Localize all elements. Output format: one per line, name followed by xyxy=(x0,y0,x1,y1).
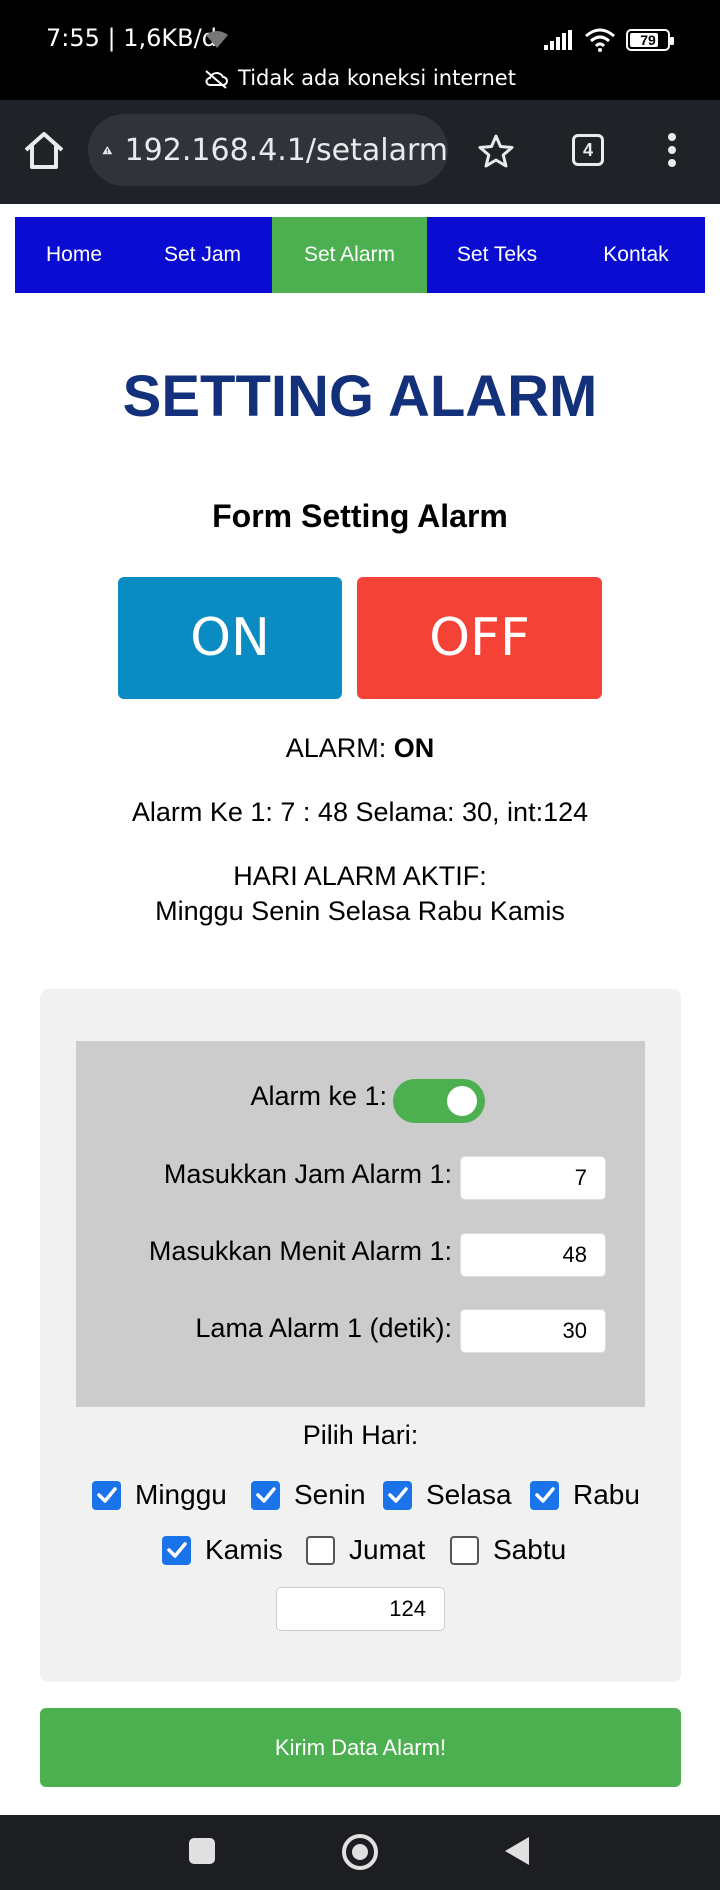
toggle-knob xyxy=(447,1086,477,1116)
checkbox-jumat[interactable] xyxy=(306,1535,335,1565)
android-nav-bar xyxy=(0,1815,720,1890)
url-bar[interactable]: 192.168.4.1/setalarm xyxy=(88,114,448,186)
int-value-input[interactable]: 124 xyxy=(276,1587,445,1631)
checkbox-minggu[interactable] xyxy=(92,1480,121,1510)
minute-label: Masukkan Menit Alarm 1: xyxy=(148,1236,452,1266)
alarm-settings-box: Alarm ke 1: Masukkan Jam Alarm 1: 7 Masu… xyxy=(76,1041,645,1407)
day-label: Jumat xyxy=(349,1534,426,1565)
battery-text: 79 xyxy=(640,32,656,48)
no-internet-text: Tidak ada koneksi internet xyxy=(238,66,516,90)
status-icons: 79 xyxy=(544,28,674,52)
cloud-off-icon xyxy=(205,70,229,89)
home-nav-icon[interactable] xyxy=(341,1833,379,1871)
no-internet-notice: Tidak ada koneksi internet xyxy=(0,66,720,90)
wifi-icon xyxy=(585,28,615,52)
alarm-toggle-label: Alarm ke 1: xyxy=(250,1081,387,1111)
url-text: 192.168.4.1/setalarm xyxy=(124,132,448,168)
warning-icon[interactable] xyxy=(102,136,113,164)
signal-icon xyxy=(544,30,572,50)
alarm-enable-toggle[interactable] xyxy=(393,1079,485,1123)
day-kamis[interactable]: Kamis xyxy=(162,1534,283,1566)
days-label: Pilih Hari: xyxy=(302,1420,419,1450)
alarm-form: Alarm ke 1: Masukkan Jam Alarm 1: 7 Masu… xyxy=(40,989,681,1682)
nav-home[interactable]: Home xyxy=(15,217,133,293)
checkbox-sabtu[interactable] xyxy=(450,1535,479,1565)
day-jumat[interactable]: Jumat xyxy=(306,1534,425,1566)
day-minggu[interactable]: Minggu xyxy=(92,1479,227,1511)
bookmark-star-icon[interactable] xyxy=(478,134,514,168)
check-icon xyxy=(534,1487,555,1503)
checkbox-selasa[interactable] xyxy=(383,1480,412,1510)
battery-tip xyxy=(670,37,674,45)
check-icon xyxy=(387,1487,408,1503)
duration-label: Lama Alarm 1 (detik): xyxy=(195,1313,452,1343)
home-icon[interactable] xyxy=(22,130,66,170)
recents-icon[interactable] xyxy=(188,1837,216,1865)
alarm-status-label: ALARM: xyxy=(285,733,387,763)
alarm-on-button[interactable]: ON xyxy=(118,577,342,699)
alarm-status-value: ON xyxy=(393,733,435,763)
day-label: Sabtu xyxy=(493,1534,567,1565)
status-time: 7:55 | 1,6KB/d xyxy=(46,24,217,52)
hour-label: Masukkan Jam Alarm 1: xyxy=(163,1159,452,1189)
day-senin[interactable]: Senin xyxy=(251,1479,366,1511)
alarm-detail: Alarm Ke 1: 7 : 48 Selama: 30, int:124 xyxy=(131,797,589,827)
checkbox-senin[interactable] xyxy=(251,1480,280,1510)
checkbox-rabu[interactable] xyxy=(530,1480,559,1510)
minute-input[interactable]: 48 xyxy=(460,1233,606,1277)
check-icon xyxy=(255,1487,276,1503)
day-label: Kamis xyxy=(205,1534,283,1565)
alarm-off-button[interactable]: OFF xyxy=(357,577,602,699)
day-label: Minggu xyxy=(135,1479,227,1510)
day-sabtu[interactable]: Sabtu xyxy=(450,1534,566,1566)
more-menu-icon[interactable] xyxy=(666,132,678,168)
back-icon[interactable] xyxy=(503,1835,531,1867)
battery-icon: 79 xyxy=(626,29,674,51)
active-days-title: HARI ALARM AKTIF: xyxy=(233,861,487,891)
check-icon xyxy=(166,1542,187,1558)
hour-input[interactable]: 7 xyxy=(460,1156,606,1200)
checkbox-kamis[interactable] xyxy=(162,1535,191,1565)
form-heading: Form Setting Alarm xyxy=(212,498,508,534)
site-nav: Home Set Jam Set Alarm Set Teks Kontak xyxy=(15,217,705,293)
day-selasa[interactable]: Selasa xyxy=(383,1479,512,1511)
check-icon xyxy=(96,1487,117,1503)
active-days-list: Minggu Senin Selasa Rabu Kamis xyxy=(155,896,565,926)
day-label: Senin xyxy=(294,1479,366,1510)
nav-kontak[interactable]: Kontak xyxy=(567,217,705,293)
submit-alarm-button[interactable]: Kirim Data Alarm! xyxy=(40,1708,681,1787)
nav-set-teks[interactable]: Set Teks xyxy=(427,217,567,293)
alarm-status: ALARM: ON xyxy=(0,733,720,764)
browser-toolbar: 192.168.4.1/setalarm 4 xyxy=(0,100,720,204)
nav-set-jam[interactable]: Set Jam xyxy=(133,217,272,293)
nav-set-alarm[interactable]: Set Alarm xyxy=(272,217,427,293)
day-label: Rabu xyxy=(573,1479,640,1510)
page-title: SETTING ALARM xyxy=(122,364,598,429)
tab-switcher-button[interactable]: 4 xyxy=(572,134,604,166)
status-bar: 7:55 | 1,6KB/d 79 Tidak ada koneksi inte… xyxy=(0,0,720,100)
day-rabu[interactable]: Rabu xyxy=(530,1479,640,1511)
day-label: Selasa xyxy=(426,1479,512,1510)
wifi-off-icon xyxy=(206,31,228,48)
duration-input[interactable]: 30 xyxy=(460,1309,606,1353)
